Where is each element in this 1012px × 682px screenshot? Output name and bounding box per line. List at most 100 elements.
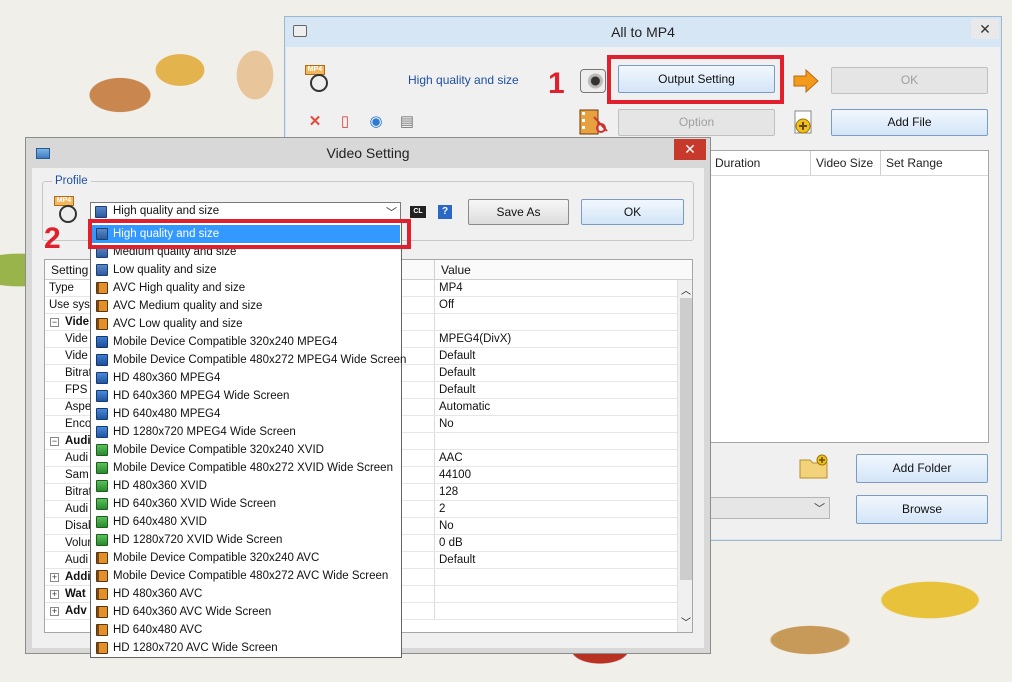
row-divider [434,331,435,347]
dropdown-item[interactable]: HD 1280x720 XVID Wide Screen [92,531,400,549]
dev-profile-icon [96,354,108,366]
film-profile-icon [96,300,108,312]
app-icon [293,25,307,37]
remove-icon[interactable]: ✕ [307,114,323,130]
browse-button[interactable]: Browse [856,495,988,524]
save-as-button[interactable]: Save As [468,199,569,225]
row-value: 0 dB [439,537,463,549]
column-set-range[interactable]: Set Range [881,151,988,175]
cut-clip-icon [579,109,609,135]
camera-icon [580,69,606,93]
dropdown-item[interactable]: HD 640x480 MPEG4 [92,405,400,423]
row-setting: Aspe [65,401,92,413]
help-icon[interactable]: ? [438,205,452,219]
row-setting: Audi [65,435,91,447]
output-setting-highlight [607,55,784,104]
dropdown-item-label: HD 1280x720 MPEG4 Wide Screen [113,426,296,438]
hd-profile-icon [96,390,108,402]
dropdown-item[interactable]: Mobile Device Compatible 320x240 MPEG4 [92,333,400,351]
dropdown-item[interactable]: HD 640x360 MPEG4 Wide Screen [92,387,400,405]
row-divider [434,416,435,432]
step2-marker: 2 [44,222,61,255]
info-icon[interactable]: ▤ [399,114,415,130]
profile-select-icon [95,206,107,218]
chevron-up-icon[interactable]: ︿ [681,282,691,297]
profile-select-value: High quality and size [113,205,220,217]
add-folder-button[interactable]: Add Folder [856,454,988,483]
column-video-size[interactable]: Video Size [811,151,881,175]
dialog-mp4-icon: MP4 [54,196,80,224]
selected-item-highlight [88,219,411,249]
dropdown-item[interactable]: HD 640x480 XVID [92,513,400,531]
dropdown-item[interactable]: HD 480x360 MPEG4 [92,369,400,387]
dropdown-item-label: HD 480x360 XVID [113,480,207,492]
file-list[interactable]: Duration Video Size Set Range [709,150,989,443]
dialog-ok-button[interactable]: OK [581,199,684,225]
scroll-thumb[interactable] [680,298,692,580]
film-profile-icon [96,552,108,564]
dropdown-item[interactable]: Mobile Device Compatible 480x272 XVID Wi… [92,459,400,477]
dropdown-item-label: HD 640x480 MPEG4 [113,408,221,420]
expand-icon[interactable]: + [50,573,59,582]
row-value: 128 [439,486,459,498]
dropdown-item-label: Low quality and size [113,264,217,276]
dialog-close-button[interactable]: ✕ [674,139,706,160]
play-icon[interactable]: ◉ [368,114,384,130]
film-profile-icon [96,588,108,600]
dropdown-item[interactable]: HD 1280x720 MPEG4 Wide Screen [92,423,400,441]
dropdown-item[interactable]: Mobile Device Compatible 320x240 XVID [92,441,400,459]
header-setting[interactable]: Setting [51,263,88,277]
dropdown-item-label: AVC Medium quality and size [113,300,263,312]
row-value: Off [439,299,455,311]
row-setting: Sam [65,469,89,481]
expand-icon[interactable]: + [50,607,59,616]
dropdown-item-label: Mobile Device Compatible 480x272 XVID Wi… [113,462,393,474]
ok-button[interactable]: OK [831,67,988,94]
row-value: Default [439,384,476,396]
dropdown-item-label: HD 480x360 AVC [113,588,203,600]
cl-icon[interactable]: CL [410,206,426,218]
column-duration[interactable]: Duration [710,151,811,175]
dropdown-item[interactable]: AVC Low quality and size [92,315,400,333]
dropdown-item-label: HD 640x480 AVC [113,624,203,636]
dropdown-item[interactable]: HD 1280x720 AVC Wide Screen [92,639,400,657]
clear-list-icon[interactable]: ▯ [337,114,353,130]
dropdown-item-label: Mobile Device Compatible 480x272 MPEG4 W… [113,354,407,366]
list-header-divider [710,175,988,176]
dropdown-item-label: HD 640x480 XVID [113,516,207,528]
option-button[interactable]: Option [618,109,775,136]
row-divider [434,569,435,585]
dropdown-item[interactable]: HD 480x360 AVC [92,585,400,603]
chevron-down-icon[interactable]: ﹀ [681,614,691,629]
main-close-button[interactable]: ✕ [971,19,999,39]
row-setting: Adv [65,605,87,617]
dropdown-item-label: AVC Low quality and size [113,318,243,330]
dropdown-item[interactable]: AVC Medium quality and size [92,297,400,315]
header-value[interactable]: Value [441,263,471,277]
row-value: MP4 [439,282,463,294]
row-setting: Vide [65,316,90,328]
dropdown-item[interactable]: AVC High quality and size [92,279,400,297]
row-setting: Bitrat [65,486,92,498]
dropdown-item[interactable]: HD 640x480 AVC [92,621,400,639]
collapse-icon[interactable]: − [50,437,59,446]
row-divider [434,501,435,517]
add-folder-icon [799,454,829,480]
dropdown-item[interactable]: HD 640x360 XVID Wide Screen [92,495,400,513]
profile-group-label: Profile [52,175,91,187]
profile-dropdown-list[interactable]: High quality and size Medium quality and … [90,221,406,658]
dropdown-item[interactable]: Mobile Device Compatible 480x272 AVC Wid… [92,567,400,585]
output-folder-select[interactable]: ﹀ [709,497,830,519]
dropdown-item[interactable]: HD 480x360 XVID [92,477,400,495]
dropdown-item[interactable]: Low quality and size [92,261,400,279]
dropdown-item[interactable]: Mobile Device Compatible 320x240 AVC [92,549,400,567]
dialog-title: Video Setting [326,145,410,161]
add-file-button[interactable]: Add File [831,109,988,136]
dropdown-item[interactable]: Mobile Device Compatible 480x272 MPEG4 W… [92,351,406,369]
dialog-app-icon [36,148,50,159]
collapse-icon[interactable]: − [50,318,59,327]
expand-icon[interactable]: + [50,590,59,599]
dropdown-item[interactable]: HD 640x360 AVC Wide Screen [92,603,400,621]
grid-scrollbar[interactable]: ︿ ﹀ [677,280,692,632]
row-value: Default [439,350,476,362]
